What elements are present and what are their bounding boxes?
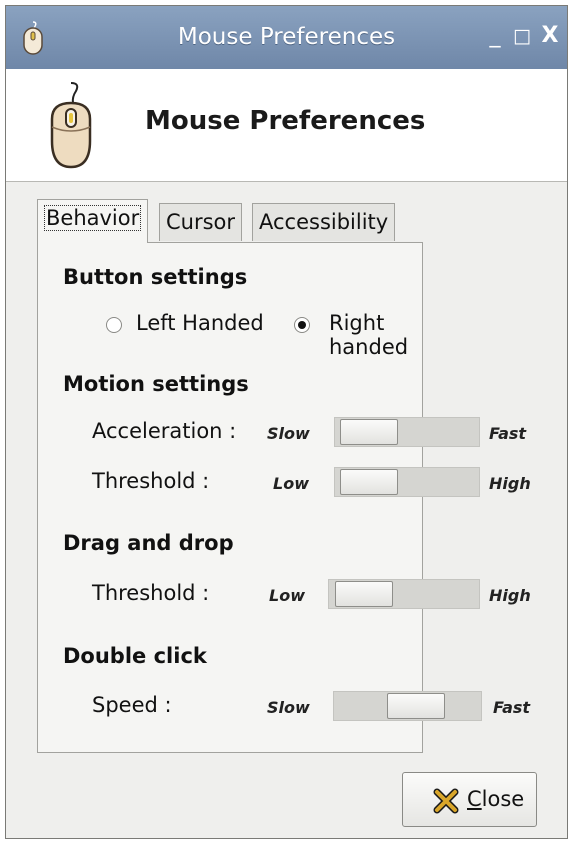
tab-accessibility[interactable]: Accessibility — [252, 203, 396, 241]
double-click-speed-slider[interactable] — [333, 691, 482, 721]
close-x-icon — [433, 788, 459, 814]
drag-threshold-label: Threshold : — [92, 581, 210, 605]
maximize-button[interactable]: □ — [511, 24, 533, 48]
behavior-panel: Button settings Left Handed Right handed… — [37, 242, 531, 753]
tab-behavior-label: Behavior — [44, 205, 142, 231]
right-handed-label[interactable]: Right handed — [329, 311, 422, 359]
drag-threshold-slider[interactable] — [328, 579, 480, 609]
close-mnemonic: C — [467, 787, 482, 811]
close-button-label: Close — [467, 787, 524, 811]
motion-threshold-slider-thumb[interactable] — [340, 469, 398, 495]
mouse-preferences-window: Mouse Preferences _ □ X Mouse Preference… — [5, 5, 568, 839]
tab-behavior[interactable]: Behavior — [37, 199, 149, 243]
close-button[interactable]: Close — [402, 772, 537, 827]
tab-accessibility-label: Accessibility — [259, 210, 389, 234]
acceleration-max-label: Fast — [489, 424, 527, 443]
motion-threshold-min-label: Low — [273, 474, 309, 493]
window-title: Mouse Preferences — [177, 24, 396, 50]
acceleration-slider[interactable] — [334, 417, 480, 447]
double-click-speed-max-label: Fast — [493, 698, 531, 717]
motion-threshold-label: Threshold : — [92, 469, 210, 493]
title-bar[interactable]: Mouse Preferences _ □ X — [6, 6, 567, 69]
left-handed-radio[interactable] — [106, 317, 122, 333]
right-handed-radio[interactable] — [294, 317, 310, 333]
close-label-rest: lose — [481, 787, 525, 811]
motion-threshold-slider[interactable] — [334, 467, 480, 497]
motion-threshold-max-label: High — [489, 474, 531, 493]
double-click-speed-label: Speed : — [92, 693, 172, 717]
drag-threshold-slider-thumb[interactable] — [335, 581, 393, 607]
double-click-heading: Double click — [63, 644, 207, 668]
double-click-speed-min-label: Slow — [267, 698, 310, 717]
acceleration-slider-thumb[interactable] — [340, 419, 398, 445]
motion-settings-heading: Motion settings — [63, 372, 249, 396]
minimize-button[interactable]: _ — [484, 24, 506, 48]
button-settings-heading: Button settings — [63, 265, 248, 289]
acceleration-label: Acceleration : — [92, 419, 237, 443]
left-handed-label[interactable]: Left Handed — [136, 311, 264, 335]
double-click-speed-slider-thumb[interactable] — [387, 693, 445, 719]
tab-cursor[interactable]: Cursor — [159, 203, 243, 241]
tab-cursor-label: Cursor — [166, 210, 236, 234]
close-window-button[interactable]: X — [539, 24, 561, 48]
dialog-title: Mouse Preferences — [145, 106, 426, 136]
drag-threshold-min-label: Low — [269, 586, 305, 605]
dialog-header: Mouse Preferences — [6, 69, 567, 182]
mouse-icon — [50, 82, 92, 169]
drag-and-drop-heading: Drag and drop — [63, 531, 234, 555]
drag-threshold-max-label: High — [489, 586, 531, 605]
acceleration-min-label: Slow — [267, 424, 310, 443]
